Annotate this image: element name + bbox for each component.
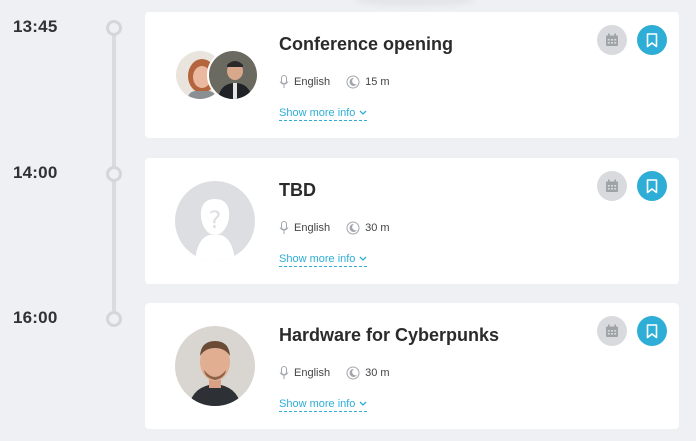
duration-label: 30 m <box>365 222 390 234</box>
bookmark-icon <box>646 323 658 338</box>
language-info: English <box>279 221 330 235</box>
calendar-icon <box>606 33 618 46</box>
duration-info: 30 m <box>346 366 390 380</box>
talk-title[interactable]: TBD <box>279 180 316 201</box>
placeholder-avatar[interactable]: ? <box>175 181 255 261</box>
add-to-calendar-button[interactable] <box>597 171 627 201</box>
bookmark-button[interactable] <box>637 25 667 55</box>
language-label: English <box>294 367 331 379</box>
language-info: English <box>279 366 330 380</box>
calendar-icon <box>606 179 618 192</box>
show-more-info-link[interactable]: Show more info <box>279 107 368 121</box>
show-more-label: Show more info <box>279 107 356 119</box>
bookmark-button[interactable] <box>637 316 667 346</box>
language-info: English <box>279 75 330 89</box>
speaker-avatar[interactable] <box>175 326 255 406</box>
talk-meta: English 15 m <box>279 74 406 90</box>
talk-card: ? TBD English 30 m Show more info <box>145 158 679 284</box>
slot-time: 16:00 <box>13 308 58 327</box>
slot-time: 13:45 <box>13 17 58 36</box>
chevron-down-icon <box>359 110 367 115</box>
duration-label: 30 m <box>365 367 390 379</box>
moon-clock-icon <box>346 75 360 89</box>
duration-info: 15 m <box>346 75 390 89</box>
add-to-calendar-button[interactable] <box>597 316 627 346</box>
microphone-icon <box>279 221 289 234</box>
talk-meta: English 30 m <box>279 220 406 236</box>
schedule-slot: 13:45 Conference opening English 15 m Sh… <box>0 12 696 138</box>
show-more-info-link[interactable]: Show more info <box>279 398 368 412</box>
bookmark-icon <box>646 178 658 193</box>
svg-text:?: ? <box>209 206 222 234</box>
header-shadow <box>355 0 475 6</box>
duration-info: 30 m <box>346 221 390 235</box>
show-more-label: Show more info <box>279 253 356 265</box>
bookmark-icon <box>646 32 658 47</box>
moon-clock-icon <box>346 366 360 380</box>
speaker-avatars <box>174 49 264 101</box>
talk-title[interactable]: Conference opening <box>279 34 453 55</box>
speaker-avatar[interactable] <box>207 49 259 101</box>
speaker-avatars <box>174 326 264 406</box>
timeline-dot <box>106 311 122 327</box>
microphone-icon <box>279 366 289 379</box>
talk-card: Hardware for Cyberpunks English 30 m Sho… <box>145 303 679 429</box>
schedule-slot: 14:00 ? TBD English 30 m Show more info <box>0 158 696 284</box>
duration-label: 15 m <box>365 76 390 88</box>
chevron-down-icon <box>359 256 367 261</box>
language-label: English <box>294 222 331 234</box>
show-more-label: Show more info <box>279 398 356 410</box>
talk-meta: English 30 m <box>279 365 406 381</box>
add-to-calendar-button[interactable] <box>597 25 627 55</box>
language-label: English <box>294 76 331 88</box>
show-more-info-link[interactable]: Show more info <box>279 253 368 267</box>
microphone-icon <box>279 75 289 88</box>
talk-title[interactable]: Hardware for Cyberpunks <box>279 325 499 346</box>
schedule-slot: 16:00 Hardware for Cyberpunks English 30… <box>0 303 696 429</box>
chevron-down-icon <box>359 401 367 406</box>
calendar-icon <box>606 324 618 337</box>
moon-clock-icon <box>346 221 360 235</box>
slot-time: 14:00 <box>13 163 58 182</box>
bookmark-button[interactable] <box>637 171 667 201</box>
timeline-dot <box>106 20 122 36</box>
timeline-dot <box>106 166 122 182</box>
talk-card: Conference opening English 15 m Show mor… <box>145 12 679 138</box>
speaker-avatars: ? <box>174 181 264 261</box>
